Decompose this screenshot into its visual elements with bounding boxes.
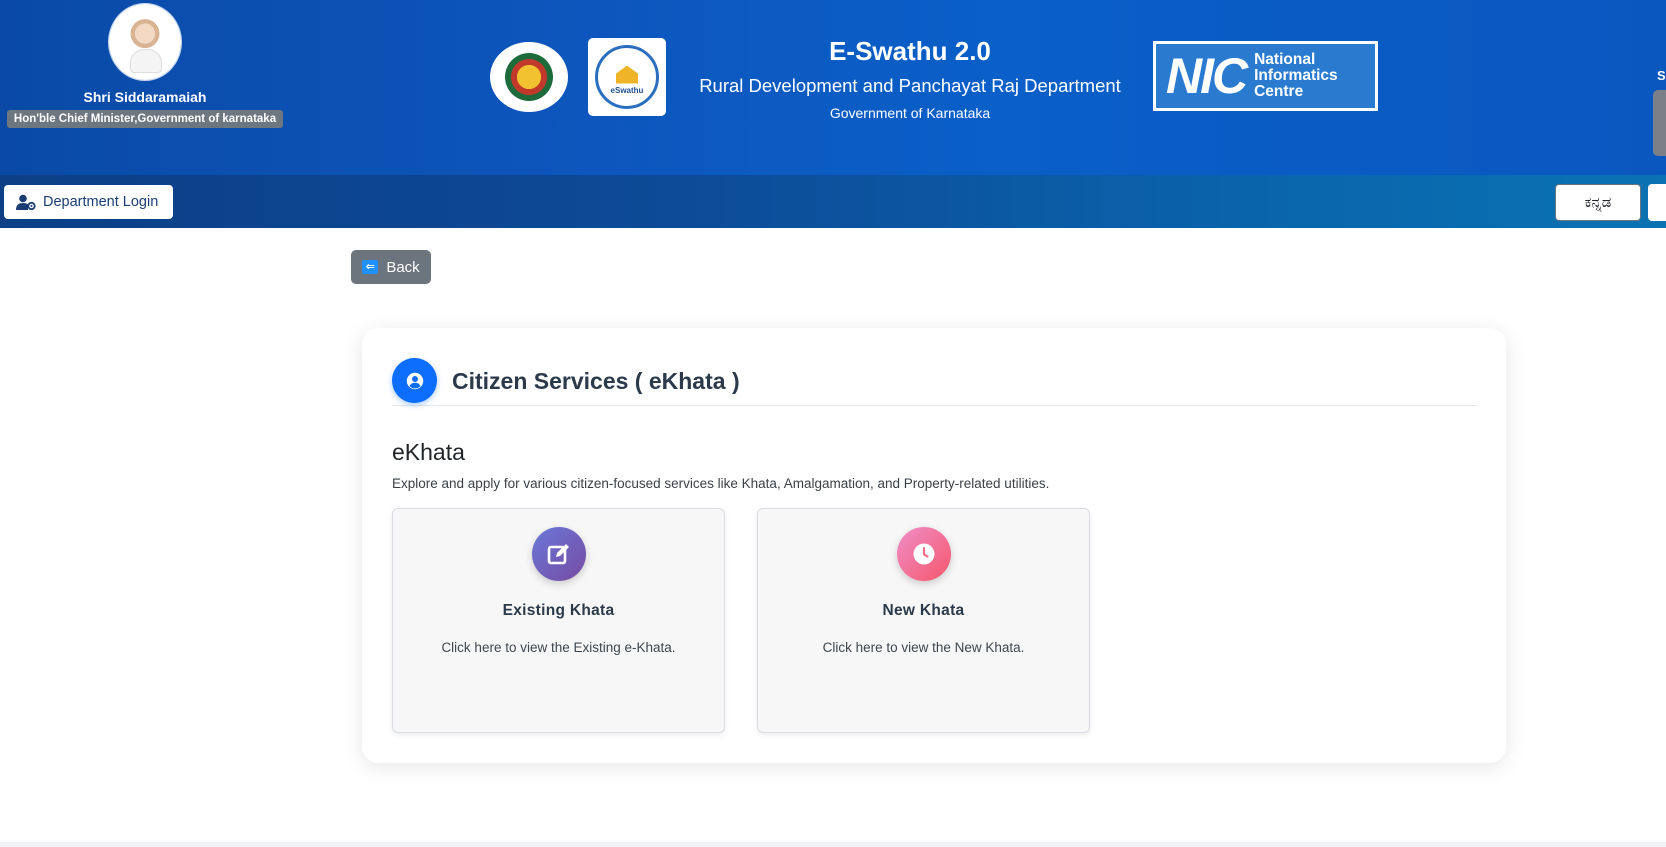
clock-icon: [896, 527, 951, 581]
page-bottom-divider: [0, 842, 1666, 847]
nic-full-name: National Informatics Centre: [1254, 52, 1338, 99]
page-title: Citizen Services ( eKhata ): [452, 368, 740, 394]
header-right-name-partial: S: [1657, 68, 1666, 83]
nic-line-2: Informatics: [1254, 67, 1338, 85]
edit-glyph: [547, 544, 569, 565]
chief-minister-title-badge: Hon'ble Chief Minister,Government of kar…: [6, 110, 284, 128]
department-login-label: Department Login: [43, 194, 159, 210]
back-label: Back: [386, 258, 420, 276]
citizen-services-card: Citizen Services ( eKhata ) eKhata Explo…: [362, 328, 1506, 763]
clock-glyph: [913, 543, 934, 565]
user-circle-icon: [392, 358, 437, 403]
back-button[interactable]: ⇐ Back: [351, 250, 431, 284]
section-title: eKhata: [392, 439, 465, 465]
government-name: Government of Karnataka: [829, 105, 991, 121]
existing-khata-description: Click here to view the Existing e-Khata.: [441, 640, 676, 655]
nic-line-1: National: [1254, 51, 1316, 69]
chief-minister-block: Shri Siddaramaiah Hon'ble Chief Minister…: [0, 4, 290, 128]
header-titles: E-Swathu 2.0 Rural Development and Panch…: [680, 36, 1140, 121]
chief-minister-name: Shri Siddaramaiah: [83, 89, 207, 105]
new-khata-title: New Khata: [882, 602, 965, 619]
top-navbar: Department Login ಕನ್ನಡ: [0, 175, 1666, 228]
department-login-button[interactable]: Department Login: [4, 185, 173, 219]
department-name: Rural Development and Panchayat Raj Depa…: [699, 75, 1121, 96]
chief-minister-photo: [109, 4, 181, 80]
eswathu-logo-text: eSwathu: [610, 85, 644, 95]
arrow-left-icon: ⇐: [362, 260, 379, 274]
nic-abbr: NIC: [1166, 48, 1248, 104]
edit-icon: [531, 527, 586, 581]
house-icon: [616, 65, 638, 84]
eswathu-seal: eSwathu: [595, 45, 659, 109]
card-header: Citizen Services ( eKhata ): [392, 358, 1477, 406]
app-title: E-Swathu 2.0: [829, 36, 991, 66]
user-cog-icon: [16, 194, 36, 210]
nic-logo: NIC National Informatics Centre: [1153, 41, 1378, 111]
user-circle-glyph: [406, 372, 423, 389]
site-header: Shri Siddaramaiah Hon'ble Chief Minister…: [0, 0, 1666, 175]
karnataka-emblem-logo: [490, 42, 568, 112]
new-khata-card[interactable]: New Khata Click here to view the New Kha…: [757, 508, 1090, 733]
existing-khata-card[interactable]: Existing Khata Click here to view the Ex…: [392, 508, 725, 733]
header-right-badge-partial: [1653, 90, 1666, 156]
kannada-language-button[interactable]: ಕನ್ನಡ: [1555, 184, 1641, 221]
existing-khata-title: Existing Khata: [502, 602, 615, 619]
emblem-icon: [501, 49, 557, 105]
nic-line-3: Centre: [1254, 82, 1304, 100]
navbar-extra-button-partial[interactable]: [1648, 184, 1666, 221]
new-khata-description: Click here to view the New Khata.: [822, 640, 1025, 655]
eswathu-logo: eSwathu: [588, 38, 666, 116]
section-description: Explore and apply for various citizen-fo…: [392, 476, 1050, 491]
